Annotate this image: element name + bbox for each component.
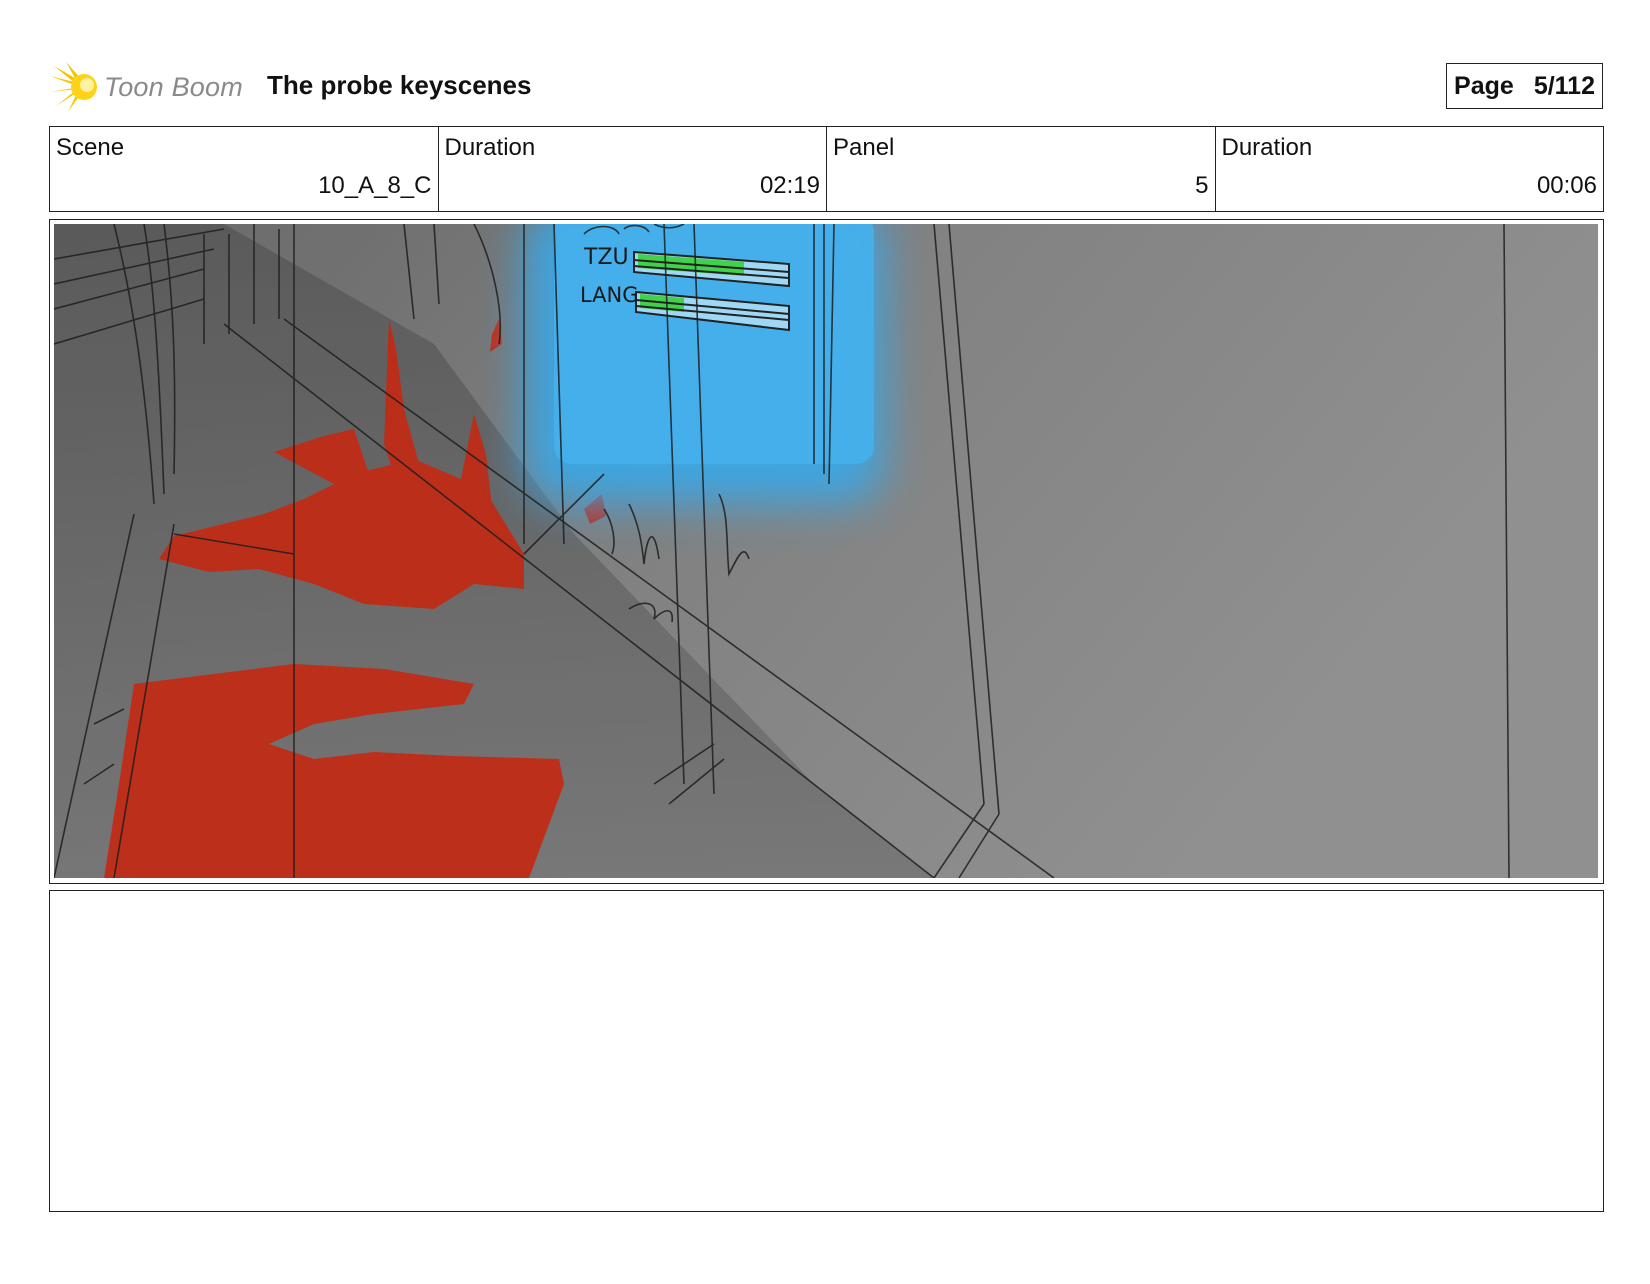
- panel-sketch-image: TZU LANG: [54, 224, 1598, 878]
- sunburst-icon: [50, 62, 97, 112]
- scene-info-table: Scene 10_A_8_C Duration 02:19 Panel 5 Du…: [49, 126, 1604, 212]
- corridor-sketch: TZU LANG: [54, 224, 1598, 878]
- page-indicator: Page 5/112: [1446, 63, 1603, 109]
- page-header: Toon Boom The probe keyscenes Page 5/112: [50, 58, 1603, 116]
- scene-cell: Scene 10_A_8_C: [50, 127, 439, 211]
- screen-label-tzu: TZU: [583, 245, 629, 270]
- document-title: The probe keyscenes: [267, 70, 532, 100]
- logo-text: Toon Boom: [104, 71, 243, 102]
- scene-label: Scene: [56, 134, 125, 161]
- scene-value: 10_A_8_C: [318, 172, 432, 199]
- toon-boom-logo: Toon Boom: [50, 58, 243, 116]
- page-number: 5/112: [1533, 71, 1595, 100]
- scene-duration-label: Duration: [444, 134, 536, 161]
- panel-cell: Panel 5: [827, 127, 1216, 211]
- panel-duration-label: Duration: [1221, 134, 1313, 161]
- panel-duration-cell: Duration 00:06: [1216, 127, 1604, 211]
- panel-notes-box: [49, 890, 1604, 1212]
- panel-value: 5: [1195, 172, 1209, 199]
- panel-duration-value: 00:06: [1536, 172, 1597, 199]
- scene-duration-value: 02:19: [759, 172, 820, 199]
- screen-label-lang: LANG: [580, 283, 639, 307]
- panel-label: Panel: [833, 134, 895, 161]
- scene-duration-cell: Duration 02:19: [439, 127, 827, 211]
- storyboard-panel: TZU LANG: [49, 219, 1604, 884]
- page-label: Page: [1454, 71, 1514, 100]
